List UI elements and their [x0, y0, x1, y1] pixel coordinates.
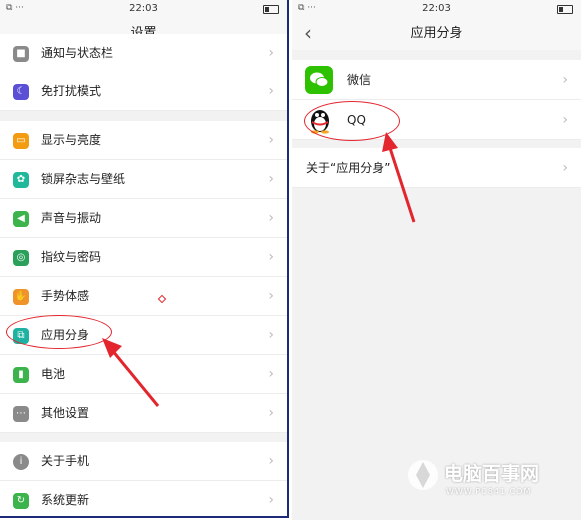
hand-icon: ✋: [13, 289, 29, 305]
app-clone-screen: ⧉ ··· 22:03 ‹ 应用分身 微信 › QQ › 关于“应用分身” › …: [292, 0, 581, 520]
page-title: ‹ 应用分身: [292, 18, 581, 50]
settings-item-fingerprint[interactable]: ◎ 指纹与密码 ›: [0, 238, 287, 277]
chevron-right-icon: ›: [562, 72, 568, 88]
status-bar: ⧉ ··· 22:03: [0, 0, 287, 18]
settings-item-label: 关于手机: [41, 454, 90, 468]
settings-item-system-update[interactable]: ↻ 系统更新 ›: [0, 481, 287, 516]
battery-icon: [263, 5, 279, 14]
watermark: 电脑百事网 WWW.PC841.COM: [406, 456, 576, 506]
chevron-right-icon: ›: [268, 366, 274, 382]
moon-icon: ☾: [13, 84, 29, 100]
settings-screen: ⧉ ··· 22:03 设置 ■ 通知与状态栏 › ☾ 免打扰模式 › ▭ 显示…: [0, 0, 289, 518]
battery-settings-icon: ▮: [13, 367, 29, 383]
title-text: 应用分身: [410, 26, 463, 41]
info-icon: i: [13, 454, 29, 470]
chevron-right-icon: ›: [268, 249, 274, 265]
battery-icon: [557, 5, 573, 14]
chevron-right-icon: ›: [268, 83, 274, 99]
flower-icon: ✿: [13, 172, 29, 188]
chevron-right-icon: ›: [268, 132, 274, 148]
fingerprint-icon: ◎: [13, 250, 29, 266]
annotation-circle: [6, 315, 112, 349]
app-item-wechat[interactable]: 微信 ›: [292, 60, 581, 100]
status-time: 22:03: [422, 3, 451, 14]
chevron-right-icon: ›: [562, 112, 568, 128]
back-arrow-icon[interactable]: ‹: [304, 18, 312, 48]
wechat-icon: [305, 66, 333, 94]
settings-item-do-not-disturb[interactable]: ☾ 免打扰模式 ›: [0, 72, 287, 111]
settings-item-sound[interactable]: ◀ 声音与振动 ›: [0, 199, 287, 238]
watermark-url: WWW.PC841.COM: [446, 487, 532, 496]
settings-item-display[interactable]: ▭ 显示与亮度 ›: [0, 121, 287, 160]
about-label: 关于“应用分身”: [306, 161, 391, 175]
settings-item-label: 手势体感: [41, 289, 90, 303]
status-time: 22:03: [129, 3, 158, 14]
settings-item-label: 显示与亮度: [41, 133, 102, 147]
settings-item-label: 指纹与密码: [41, 250, 102, 264]
app-item-label: 微信: [347, 73, 372, 87]
settings-item-lockscreen[interactable]: ✿ 锁屏杂志与壁纸 ›: [0, 160, 287, 199]
settings-item-gestures[interactable]: ✋ 手势体感 ›: [0, 277, 287, 316]
chevron-right-icon: ›: [562, 160, 568, 176]
annotation-arrow: [382, 132, 416, 223]
chevron-right-icon: ›: [268, 288, 274, 304]
chevron-right-icon: ›: [268, 45, 274, 61]
annotation-arrow: [102, 338, 160, 407]
brand-logo-icon: [408, 460, 438, 490]
chevron-right-icon: ›: [268, 171, 274, 187]
settings-item-label: 声音与振动: [41, 211, 102, 225]
settings-item-label: 系统更新: [41, 493, 90, 507]
chevron-right-icon: ›: [268, 453, 274, 469]
settings-item-label: 通知与状态栏: [41, 46, 114, 60]
chevron-right-icon: ›: [268, 492, 274, 508]
chevron-right-icon: ›: [268, 405, 274, 421]
update-icon: ↻: [13, 493, 29, 509]
settings-item-about-phone[interactable]: i 关于手机 ›: [0, 442, 287, 481]
settings-item-label: 免打扰模式: [41, 84, 102, 98]
display-icon: ▭: [13, 133, 29, 149]
settings-item-label: 电池: [41, 367, 66, 381]
notification-icon: ■: [13, 46, 29, 62]
watermark-name: 电脑百事网: [444, 463, 540, 485]
settings-item-label: 锁屏杂志与壁纸: [41, 172, 126, 186]
about-app-clone-item[interactable]: 关于“应用分身” ›: [292, 148, 581, 188]
status-bar: ⧉ ··· 22:03: [292, 0, 581, 18]
chevron-right-icon: ›: [268, 327, 274, 343]
settings-item-label: 其他设置: [41, 406, 90, 420]
speaker-icon: ◀: [13, 211, 29, 227]
chevron-right-icon: ›: [268, 210, 274, 226]
more-icon: ⋯: [13, 406, 29, 422]
settings-item-notifications[interactable]: ■ 通知与状态栏 ›: [0, 34, 287, 73]
